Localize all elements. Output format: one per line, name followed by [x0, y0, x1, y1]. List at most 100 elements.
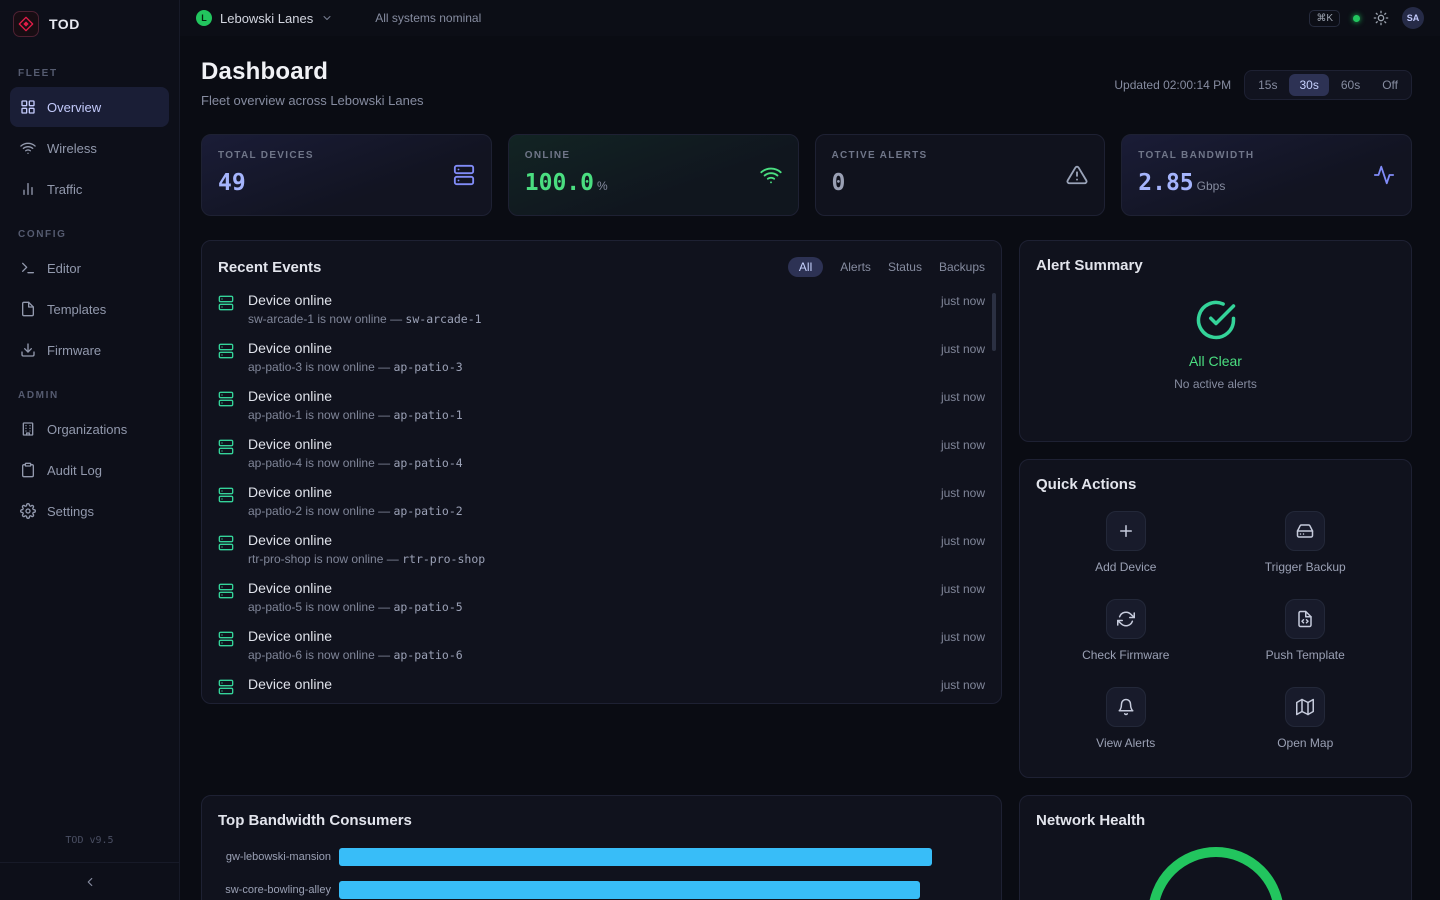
sidebar-item-label: Settings	[47, 504, 94, 519]
server-icon	[218, 343, 234, 359]
download-icon	[20, 342, 36, 358]
sidebar-item-settings[interactable]: Settings	[10, 491, 169, 531]
sidebar-item-label: Overview	[47, 100, 101, 115]
server-icon	[218, 439, 234, 455]
alert-detail-text: No active alerts	[1174, 377, 1257, 391]
sidebar-item-label: Organizations	[47, 422, 127, 437]
events-scrollbar[interactable]	[992, 293, 996, 351]
refresh-interval-segmented-control: 15s 30s 60s Off	[1244, 70, 1412, 100]
refresh-off-button[interactable]: Off	[1372, 74, 1408, 96]
bar-row: sw-core-bowling-alley	[218, 881, 985, 899]
org-avatar: L	[196, 10, 212, 26]
push-template-button[interactable]: Push Template	[1216, 599, 1396, 662]
page-title: Dashboard	[201, 58, 424, 86]
open-map-button[interactable]: Open Map	[1216, 687, 1396, 750]
event-time: just now	[941, 582, 985, 596]
alert-status-text: All Clear	[1189, 353, 1242, 369]
tab-alerts[interactable]: Alerts	[840, 260, 871, 274]
page-subtitle: Fleet overview across Lebowski Lanes	[201, 93, 424, 108]
network-health-title: Network Health	[1036, 812, 1145, 829]
nav-section-config: CONFIG	[18, 229, 161, 240]
system-status-text: All systems nominal	[375, 11, 481, 25]
sidebar-item-label: Editor	[47, 261, 81, 276]
stat-value: 2.85	[1138, 170, 1193, 196]
refresh-60s-button[interactable]: 60s	[1331, 74, 1370, 96]
topbar: L Lebowski Lanes All systems nominal ⌘K …	[180, 0, 1440, 36]
list-item[interactable]: Device online ap-patio-2 is now online —…	[218, 477, 985, 525]
file-icon	[20, 301, 36, 317]
sidebar-item-overview[interactable]: Overview	[10, 87, 169, 127]
event-title: Device online	[248, 580, 927, 596]
chevron-left-icon	[83, 875, 97, 889]
event-title: Device online	[248, 628, 927, 644]
alert-triangle-icon	[1066, 164, 1088, 186]
top-bandwidth-title: Top Bandwidth Consumers	[218, 812, 412, 829]
sidebar-item-firmware[interactable]: Firmware	[10, 330, 169, 370]
stat-label: TOTAL BANDWIDTH	[1138, 150, 1254, 161]
stat-label: TOTAL DEVICES	[218, 150, 314, 161]
last-updated-text: Updated 02:00:14 PM	[1114, 78, 1231, 92]
sidebar-item-organizations[interactable]: Organizations	[10, 409, 169, 449]
list-item[interactable]: Device online rtr-pro-shop is now online…	[218, 525, 985, 573]
device-name: ap-patio-3	[393, 360, 462, 374]
sidebar-item-wireless[interactable]: Wireless	[10, 128, 169, 168]
list-item[interactable]: Device online ap-patio-5 is now online —…	[218, 573, 985, 621]
sidebar-collapse-button[interactable]	[0, 862, 179, 900]
event-title: Device online	[248, 340, 927, 356]
stat-unit: %	[597, 179, 608, 193]
check-firmware-button[interactable]: Check Firmware	[1036, 599, 1216, 662]
sidebar-item-label: Firmware	[47, 343, 101, 358]
stat-label: ONLINE	[525, 150, 608, 161]
wifi-icon	[760, 164, 782, 186]
top-bandwidth-card: Top Bandwidth Consumers gw-lebowski-mans…	[201, 795, 1002, 900]
overview-grid-icon	[20, 99, 36, 115]
list-item[interactable]: Device online just now	[218, 669, 985, 703]
tab-status[interactable]: Status	[888, 260, 922, 274]
bar-chart-icon	[20, 181, 36, 197]
stat-active-alerts: ACTIVE ALERTS 0	[815, 134, 1106, 216]
sidebar-item-audit-log[interactable]: Audit Log	[10, 450, 169, 490]
trigger-backup-button[interactable]: Trigger Backup	[1216, 511, 1396, 574]
view-alerts-button[interactable]: View Alerts	[1036, 687, 1216, 750]
sidebar-item-traffic[interactable]: Traffic	[10, 169, 169, 209]
list-item[interactable]: Device online ap-patio-6 is now online —…	[218, 621, 985, 669]
list-item[interactable]: Device online ap-patio-3 is now online —…	[218, 333, 985, 381]
server-icon	[218, 583, 234, 599]
bar-label: sw-core-bowling-alley	[218, 884, 331, 896]
user-avatar[interactable]: SA	[1402, 7, 1424, 29]
event-time: just now	[941, 294, 985, 308]
device-name: ap-patio-2	[393, 504, 462, 518]
app-logo-icon	[13, 11, 39, 37]
main-content: Dashboard Fleet overview across Lebowski…	[180, 36, 1440, 900]
server-icon	[218, 535, 234, 551]
terminal-icon	[20, 260, 36, 276]
tab-all[interactable]: All	[788, 257, 823, 277]
stat-value: 49	[218, 170, 246, 196]
list-item[interactable]: Device online ap-patio-1 is now online —…	[218, 381, 985, 429]
event-time: just now	[941, 438, 985, 452]
stat-cards: TOTAL DEVICES 49 ONLINE 100.0% ACTIVE AL…	[201, 134, 1412, 216]
sidebar-item-templates[interactable]: Templates	[10, 289, 169, 329]
event-title: Device online	[248, 676, 927, 692]
stat-unit: Gbps	[1197, 179, 1226, 193]
event-time: just now	[941, 630, 985, 644]
sidebar-item-editor[interactable]: Editor	[10, 248, 169, 288]
event-title: Device online	[248, 388, 927, 404]
list-item[interactable]: Device online ap-patio-4 is now online —…	[218, 429, 985, 477]
wifi-icon	[20, 140, 36, 156]
sidebar-item-label: Templates	[47, 302, 106, 317]
device-name: ap-patio-4	[393, 456, 462, 470]
server-icon	[453, 164, 475, 186]
event-time: just now	[941, 678, 985, 692]
org-switcher[interactable]: L Lebowski Lanes	[196, 10, 333, 26]
refresh-15s-button[interactable]: 15s	[1248, 74, 1287, 96]
theme-toggle-button[interactable]	[1373, 10, 1389, 26]
command-palette-shortcut[interactable]: ⌘K	[1309, 10, 1340, 27]
refresh-30s-button[interactable]: 30s	[1289, 74, 1328, 96]
check-circle-icon	[1195, 299, 1237, 341]
network-health-gauge: 100	[1036, 840, 1395, 900]
add-device-button[interactable]: Add Device	[1036, 511, 1216, 574]
list-item[interactable]: Device online sw-arcade-1 is now online …	[218, 285, 985, 333]
app-logo: TOD	[0, 0, 179, 48]
tab-backups[interactable]: Backups	[939, 260, 985, 274]
